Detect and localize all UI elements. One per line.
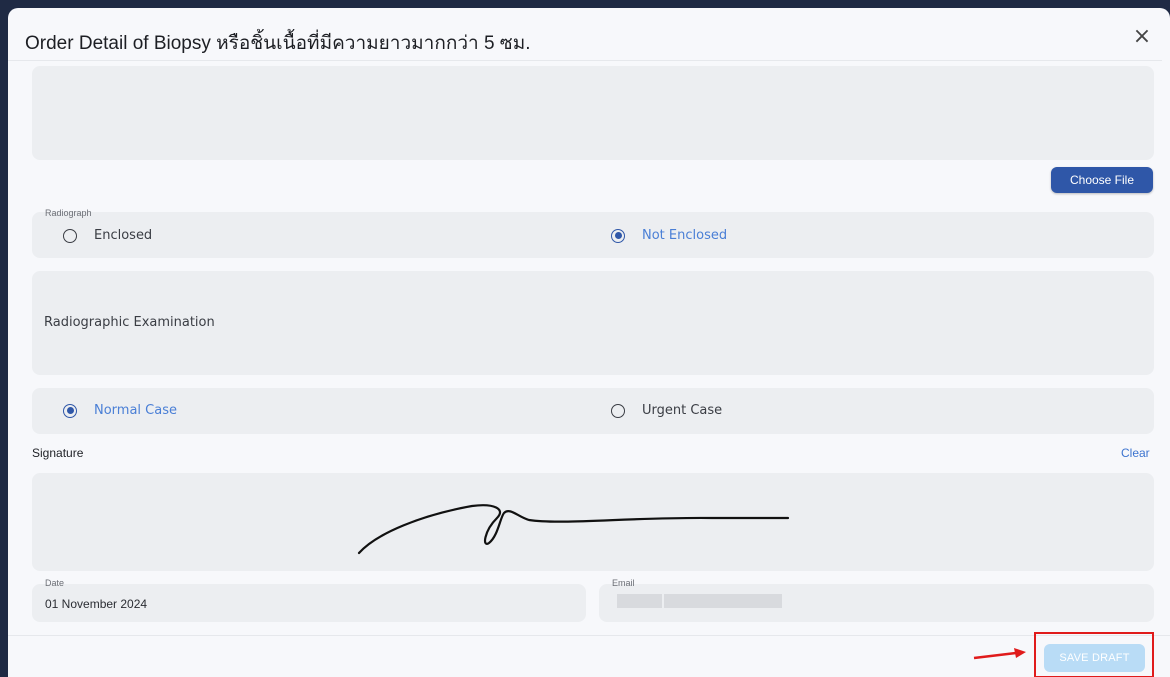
- radio-checked-icon: [63, 403, 77, 418]
- radio-enclosed[interactable]: Enclosed: [63, 228, 152, 243]
- email-label: Email: [612, 578, 635, 588]
- radiographic-examination-placeholder: Radiographic Examination: [44, 315, 215, 330]
- radio-normal-case[interactable]: Normal Case: [63, 403, 177, 418]
- case-type-group: [32, 388, 1154, 434]
- date-label: Date: [45, 578, 65, 588]
- footer-divider: [8, 635, 1170, 636]
- date-value: 01 November 2024: [45, 597, 148, 611]
- upload-area[interactable]: [32, 66, 1154, 160]
- radio-not-enclosed[interactable]: Not Enclosed: [611, 228, 727, 243]
- radio-urgent-case-label: Urgent Case: [642, 403, 723, 418]
- dialog-header: Order Detail of Biopsy หรือชิ้นเนื้อที่ม…: [8, 8, 1162, 61]
- signature-pad[interactable]: [32, 473, 1154, 571]
- signature-heading: Signature: [32, 446, 84, 460]
- signature-drawing: [357, 504, 790, 555]
- annotation-arrow-icon: [973, 648, 1026, 660]
- radio-unchecked-icon: [63, 228, 77, 243]
- email-value-redacted: [664, 594, 782, 608]
- radiograph-label: Radiograph: [45, 208, 92, 218]
- radio-urgent-case[interactable]: Urgent Case: [611, 403, 722, 418]
- dialog-title: Order Detail of Biopsy หรือชิ้นเนื้อที่ม…: [25, 33, 531, 54]
- radio-not-enclosed-label: Not Enclosed: [642, 228, 728, 243]
- radio-enclosed-label: Enclosed: [94, 228, 153, 243]
- clear-signature-link[interactable]: Clear: [1121, 446, 1150, 460]
- order-detail-dialog: Order Detail of Biopsy หรือชิ้นเนื้อที่ม…: [8, 8, 1170, 677]
- radio-checked-icon: [611, 228, 625, 243]
- radiograph-group: [32, 212, 1154, 258]
- annotation-highlight-box: [1034, 632, 1154, 677]
- email-value-redacted: [617, 594, 662, 608]
- close-icon[interactable]: ×: [1131, 26, 1153, 48]
- choose-file-button[interactable]: Choose File: [1051, 167, 1153, 193]
- radio-unchecked-icon: [611, 403, 625, 418]
- radio-normal-case-label: Normal Case: [94, 403, 177, 418]
